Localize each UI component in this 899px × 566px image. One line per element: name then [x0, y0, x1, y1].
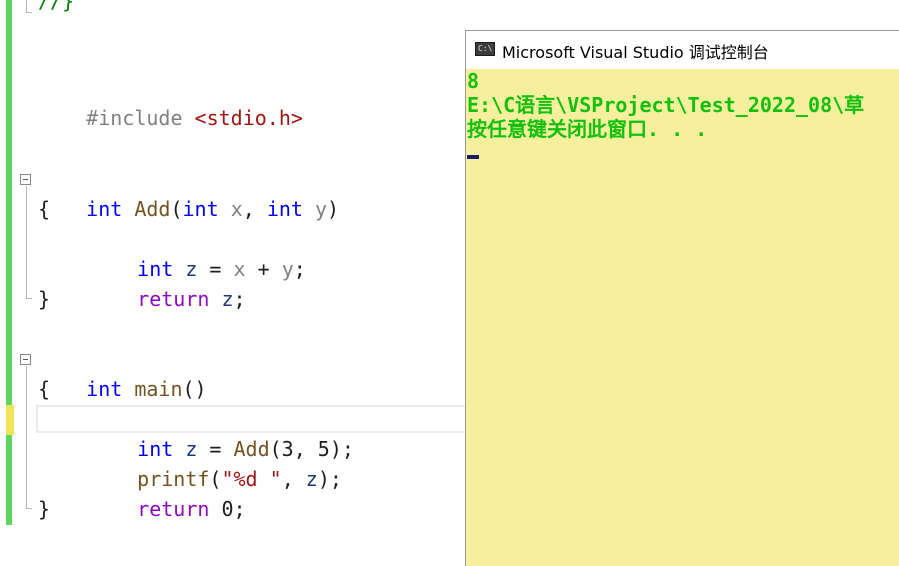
return-value: 0; [209, 497, 246, 521]
punct: ) [327, 197, 340, 221]
code-line: int z = x + y; [89, 224, 306, 281]
code-line: #include <stdio.h> [38, 73, 303, 130]
keyword: return [137, 497, 210, 521]
fold-guide [26, 186, 27, 298]
collapse-icon[interactable] [20, 174, 31, 185]
code-line: } [38, 497, 51, 521]
fold-guide [26, 12, 32, 13]
punct: ); [317, 467, 342, 491]
keyword: int [266, 197, 303, 221]
fold-guide [26, 0, 27, 12]
parameter: y [315, 197, 328, 221]
keyword: return [137, 287, 210, 311]
code-line: int main() [38, 344, 206, 401]
punct: ; [293, 257, 306, 281]
code-line: return 0; [89, 464, 245, 521]
console-title: Microsoft Visual Studio 调试控制台 [502, 43, 769, 62]
punct: , [242, 197, 267, 221]
console-app-icon: C:\ [475, 42, 495, 56]
fold-guide [26, 366, 27, 508]
include-header: <stdio.h> [194, 106, 303, 130]
variable: z [221, 287, 234, 311]
operator: + [245, 257, 282, 281]
fold-guide [26, 298, 32, 299]
keyword: int [86, 197, 123, 221]
console-output-area[interactable]: 8 E:\C语言\VSProject\Test_2022_08\草 按任意键关闭… [466, 69, 899, 566]
collapse-icon[interactable] [20, 354, 31, 365]
change-indicator [6, 0, 12, 405]
punct: ; [233, 287, 246, 311]
unsaved-change-indicator [6, 405, 14, 435]
code-line: int Add(int x, int y) [38, 164, 339, 221]
preprocessor-directive: #include [86, 106, 183, 130]
console-output-line: 8 [467, 69, 480, 93]
code-line[interactable]: int z = Add(3, 5); [89, 404, 354, 461]
debug-console-window[interactable]: C:\ Microsoft Visual Studio 调试控制台 8 E:\C… [465, 30, 899, 566]
function-name: main [134, 377, 183, 401]
punct: ( [170, 197, 183, 221]
console-output-line: 按任意键关闭此窗口. . . [467, 117, 708, 141]
code-line: { [38, 377, 51, 401]
punct: , [281, 467, 306, 491]
function-name: Add [134, 197, 171, 221]
console-cursor [467, 155, 479, 159]
code-line: } [38, 287, 51, 311]
change-indicator [6, 435, 12, 525]
code-line: return z; [89, 254, 245, 311]
parameter: y [281, 257, 294, 281]
parameter: x [230, 197, 243, 221]
punct: () [182, 377, 207, 401]
code-line: //} [38, 0, 75, 13]
console-output-line: E:\C语言\VSProject\Test_2022_08\草 [467, 93, 865, 117]
variable: z [305, 467, 318, 491]
console-titlebar[interactable]: C:\ Microsoft Visual Studio 调试控制台 [466, 31, 899, 69]
keyword: int [182, 197, 219, 221]
fold-guide [26, 508, 32, 509]
keyword: int [86, 377, 123, 401]
code-line: { [38, 197, 51, 221]
code-line: printf("%d ", z); [89, 434, 342, 491]
